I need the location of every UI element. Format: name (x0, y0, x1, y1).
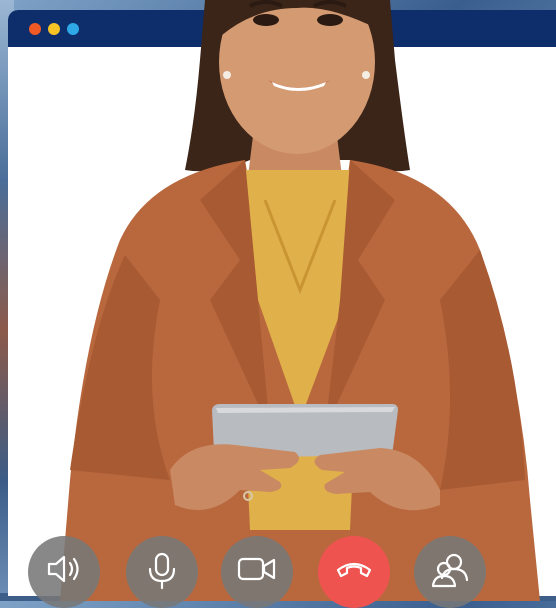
phone-hangup-icon (336, 562, 372, 578)
hang-up-button[interactable] (318, 536, 390, 608)
microphone-button[interactable] (126, 536, 198, 608)
speaker-icon (47, 555, 79, 583)
participants-button[interactable] (414, 536, 486, 608)
speaker-button[interactable] (28, 536, 100, 608)
microphone-icon (148, 552, 176, 590)
participants-icon (431, 553, 469, 588)
camera-button[interactable] (221, 536, 293, 608)
video-feed-person (60, 0, 540, 601)
video-camera-icon (237, 557, 276, 581)
